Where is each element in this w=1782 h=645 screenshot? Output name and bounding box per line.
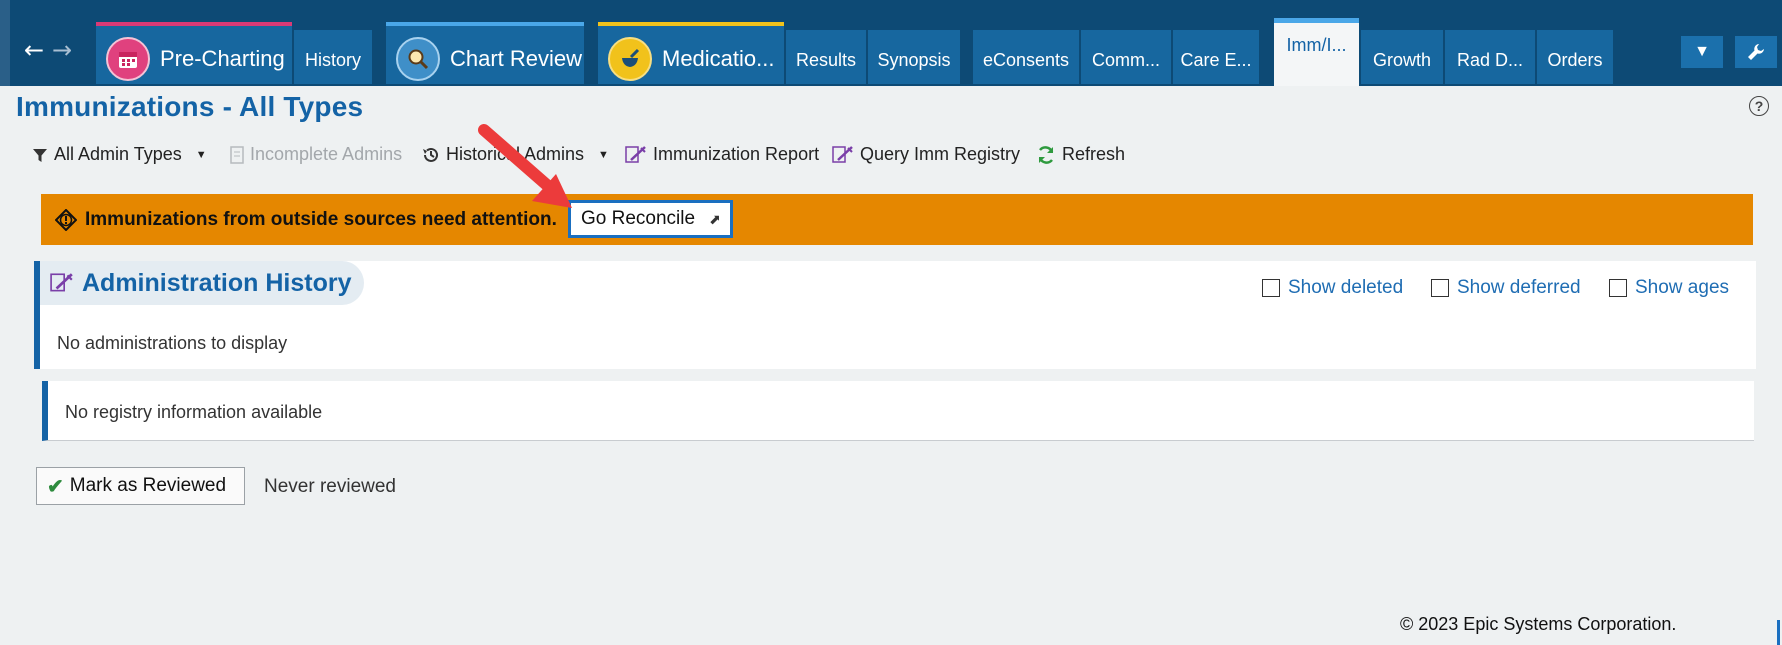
checkbox-box[interactable]	[1262, 279, 1280, 297]
refresh-icon	[1038, 145, 1054, 164]
wrench-icon	[1748, 44, 1764, 60]
query-imm-registry-label: Query Imm Registry	[860, 144, 1021, 164]
tab-chart-review[interactable]: Chart Review	[386, 22, 584, 84]
syringe-icon	[832, 145, 853, 163]
help-icon[interactable]: ?	[1749, 96, 1769, 116]
outside-sources-alert: Immunizations from outside sources need …	[41, 194, 1753, 245]
review-status: Never reviewed	[264, 476, 396, 497]
tab-label: Care E...	[1180, 49, 1252, 70]
tab-label: Comm...	[1091, 49, 1160, 70]
tab-growth[interactable]: Growth	[1361, 30, 1443, 84]
syringe-icon	[50, 273, 73, 292]
historical-admins-label: Historical Admins	[446, 144, 585, 164]
copyright-text: © 2023 Epic Systems Corporation.	[1400, 614, 1677, 634]
incomplete-admins-button[interactable]: Incomplete Admins	[230, 144, 402, 165]
registry-empty-text: No registry information available	[65, 402, 323, 422]
document-icon	[230, 145, 244, 164]
tab-label: eConsents	[982, 49, 1070, 70]
tab-label: Imm/I...	[1286, 35, 1347, 55]
history-clock-icon	[423, 147, 438, 162]
tab-synopsis[interactable]: Synopsis	[868, 30, 960, 84]
tab-rad-d[interactable]: Rad D...	[1445, 30, 1535, 84]
chevron-down-icon[interactable]: ▼	[196, 149, 207, 161]
chevron-down-icon[interactable]: ▼	[598, 149, 609, 161]
back-arrow-icon[interactable]: ←	[24, 38, 44, 62]
settings-wrench-button[interactable]	[1735, 36, 1777, 68]
administrations-empty-text: No administrations to display	[57, 333, 288, 353]
tab-label: Rad D...	[1456, 49, 1524, 70]
registry-info-panel: No registry information available	[42, 381, 1754, 441]
mortar-pestle-icon	[608, 37, 652, 81]
show-deleted-checkbox[interactable]: Show deleted	[1262, 277, 1403, 299]
refresh-button[interactable]: Refresh	[1036, 144, 1125, 165]
all-admin-types-filter[interactable]: All Admin Types ▼	[32, 144, 207, 165]
administration-history-title: Administration History	[82, 268, 352, 297]
immunization-report-button[interactable]: Immunization Report	[625, 144, 819, 165]
tab-medications[interactable]: Medicatio...	[598, 22, 784, 84]
tab-pre-charting[interactable]: Pre-Charting	[96, 22, 292, 84]
show-ages-label: Show ages	[1635, 277, 1730, 298]
forward-arrow-icon[interactable]: →	[52, 38, 72, 62]
mark-as-reviewed-label: Mark as Reviewed	[69, 475, 227, 496]
go-reconcile-button[interactable]: Go Reconcile ⬈	[568, 200, 733, 238]
checkbox-box[interactable]	[1609, 279, 1627, 297]
tab-label: Chart Review	[450, 46, 583, 71]
show-deferred-checkbox[interactable]: Show deferred	[1431, 277, 1581, 299]
tab-bar-edge	[0, 0, 10, 86]
tab-label: History	[304, 49, 361, 70]
activity-tab-bar: ← → Pre-Charting History Chart Review Me…	[0, 0, 1782, 86]
tab-label: Medicatio...	[662, 46, 775, 71]
tab-label: Pre-Charting	[160, 46, 285, 71]
magnifier-icon	[396, 37, 440, 81]
tab-comm[interactable]: Comm...	[1081, 30, 1171, 84]
tab-imm[interactable]: Imm/I...	[1274, 18, 1359, 86]
calendar-icon	[106, 37, 150, 81]
historical-admins-button[interactable]: Historical Admins ▼	[422, 144, 609, 165]
go-reconcile-label: Go Reconcile	[581, 208, 696, 229]
refresh-label: Refresh	[1062, 144, 1126, 164]
alert-message: Immunizations from outside sources need …	[85, 208, 557, 230]
page-title: Immunizations - All Types	[16, 91, 364, 122]
query-imm-registry-button[interactable]: Query Imm Registry	[832, 144, 1020, 165]
tab-label: Synopsis	[877, 49, 951, 70]
tab-label: Orders	[1547, 49, 1603, 70]
external-link-icon: ⬈	[709, 210, 721, 227]
checkbox-box[interactable]	[1431, 279, 1449, 297]
dropdown-icon: ▼	[1694, 43, 1710, 60]
show-deferred-label: Show deferred	[1457, 277, 1581, 298]
all-admin-types-label: All Admin Types	[54, 144, 182, 164]
administration-history-panel: Administration History Show deleted Show…	[34, 261, 1756, 369]
tab-history[interactable]: History	[294, 30, 372, 84]
incomplete-admins-label: Incomplete Admins	[250, 144, 403, 164]
tab-overflow-dropdown[interactable]: ▼	[1681, 36, 1723, 68]
administration-history-header: Administration History	[40, 261, 364, 305]
show-ages-checkbox[interactable]: Show ages	[1609, 277, 1729, 299]
checkmark-icon: ✔	[47, 475, 64, 498]
tab-econsents[interactable]: eConsents	[973, 30, 1079, 84]
immunization-report-label: Immunization Report	[653, 144, 820, 164]
syringe-icon	[625, 145, 646, 163]
warning-icon	[55, 208, 77, 231]
show-deleted-label: Show deleted	[1288, 277, 1404, 298]
mark-as-reviewed-button[interactable]: ✔ Mark as Reviewed	[36, 467, 245, 505]
tab-label: Results	[795, 49, 857, 70]
filter-icon	[33, 148, 47, 162]
tab-label: Growth	[1372, 49, 1432, 70]
tab-orders[interactable]: Orders	[1537, 30, 1613, 84]
edge-marker	[1777, 620, 1780, 645]
tab-care-e[interactable]: Care E...	[1173, 30, 1259, 84]
tab-results[interactable]: Results	[786, 30, 866, 84]
